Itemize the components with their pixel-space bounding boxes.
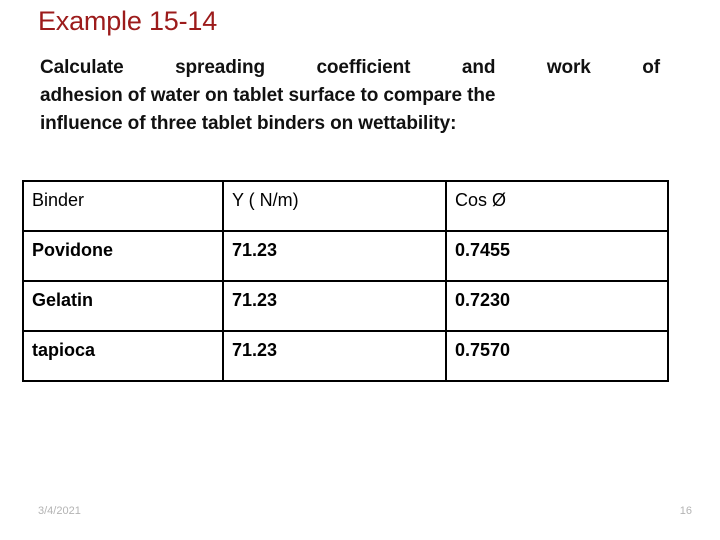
- cell-binder: tapioca: [22, 330, 224, 382]
- table-row: tapioca 71.23 0.7570: [22, 330, 669, 382]
- cell-gamma: 71.23: [222, 330, 447, 382]
- cell-cos: 0.7230: [445, 280, 669, 332]
- column-header-binder: Binder: [22, 180, 224, 232]
- body-line-2: adhesion of water on tablet surface to c…: [40, 85, 496, 107]
- table-header-row: Binder Y ( N/m) Cos Ø: [22, 180, 669, 232]
- table-row: Povidone 71.23 0.7455: [22, 230, 669, 282]
- body-line-3: influence of three tablet binders on wet…: [40, 113, 457, 135]
- body-paragraph: Calculate spreading coefficient and work…: [40, 54, 660, 138]
- slide-footer: 3/4/2021 16: [0, 505, 720, 527]
- footer-date: 3/4/2021: [38, 505, 81, 517]
- cell-binder: Povidone: [22, 230, 224, 282]
- table-row: Gelatin 71.23 0.7230: [22, 280, 669, 332]
- cell-gamma: 71.23: [222, 230, 447, 282]
- column-header-gamma: Y ( N/m): [222, 180, 447, 232]
- body-line-1: Calculate spreading coefficient and work…: [40, 57, 660, 78]
- cell-gamma: 71.23: [222, 280, 447, 332]
- cell-cos: 0.7570: [445, 330, 669, 382]
- cell-cos: 0.7455: [445, 230, 669, 282]
- column-header-cos: Cos Ø: [445, 180, 669, 232]
- binder-properties-table: Binder Y ( N/m) Cos Ø Povidone 71.23 0.7…: [22, 180, 669, 382]
- cell-binder: Gelatin: [22, 280, 224, 332]
- slide-canvas: Example 15-14 Calculate spreading coeffi…: [0, 0, 720, 540]
- footer-page-number: 16: [679, 505, 692, 517]
- page-title: Example 15-14: [38, 6, 218, 36]
